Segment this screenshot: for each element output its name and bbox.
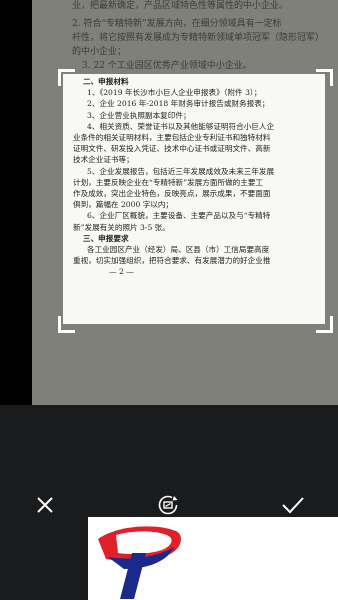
section-title: 三、申报要求: [83, 233, 129, 243]
brand-logo: [98, 526, 181, 599]
document-line: 计划，主要反映企业在“专精特新”发展方面所做的主要工: [73, 177, 264, 187]
cancel-button[interactable]: [30, 490, 60, 520]
document-line: 3、企业营业执照副本复印件；: [87, 110, 191, 120]
document-line: 作及成效，突出企业特色，反映亮点，展示成果，不要面面: [73, 189, 271, 199]
background-text-line: 3. 22 个工业园区优秀产业领域中小企业。: [82, 61, 252, 71]
document-line: 业条件的相关证明材料，主要包括企业专利证书和独特材料: [73, 133, 271, 143]
cropped-document-area[interactable]: 二、申报材料 1、《2019 年长沙市小巨人企业申报表》（附件 3）； 2、企业…: [63, 74, 325, 324]
rotate-button[interactable]: [153, 490, 183, 520]
background-text-line: 的中小企业；: [72, 47, 127, 57]
confirm-button[interactable]: [278, 490, 308, 520]
crop-handle-top-right[interactable]: [316, 69, 333, 86]
document-line: 4、相关资质、荣誉证书以及其他能够证明符合小巨人企: [87, 121, 275, 131]
document-line: 新”发展有关的照片 3-5 张。: [73, 222, 170, 232]
background-text-line: 2. 符合“专精特新”发展方向，在细分领域具有一定标: [72, 19, 282, 29]
brand-logo-panel: [88, 517, 338, 600]
document-line: 2、企业 2016 年-2018 年财务审计报告或财务报表；: [87, 99, 270, 109]
background-text-line: 业，把最新确定，产品区域特色性等属性的中小企业。: [72, 1, 289, 11]
scan-crop-screen: 业，把最新确定，产品区域特色性等属性的中小企业。 2. 符合“专精特新”发展方向…: [0, 0, 338, 600]
background-text-line: 杆性，将它按照有发展成为专精特新领域单项冠军（隐形冠军）: [72, 33, 325, 43]
document-line: 重视，切实加强组织，把符合要求、有发展潜力的好企业推: [73, 256, 271, 266]
close-icon: [37, 497, 53, 513]
document-line: 俱到，篇幅在 2000 字以内；: [73, 200, 174, 210]
document-line: 技术企业证书等；: [73, 155, 134, 165]
section-title: 二、申报材料: [83, 77, 129, 86]
document-line: 1、《2019 年长沙市小巨人企业申报表》（附件 3）；: [87, 88, 262, 98]
document-line: 5、企业发展报告，包括近三年发展成效及未来三年发展: [87, 166, 275, 176]
left-edge-strip: [0, 0, 32, 405]
page-number: — 2 —: [109, 267, 134, 277]
crop-handle-bottom-right[interactable]: [316, 316, 333, 333]
document-line: 各工业园区产业（经发）局、区县（市）工信局要高度: [87, 245, 270, 255]
crop-handle-bottom-left[interactable]: [58, 316, 75, 333]
crop-handle-top-left[interactable]: [58, 69, 75, 86]
document-line: 证明文件、研发投入凭证、技术中心证书或证明文件、高新: [73, 144, 271, 154]
document-line: 6、企业厂区概貌，主要设备、主要产品以及与“专精特: [87, 211, 271, 221]
rotate-icon: [158, 495, 178, 515]
check-icon: [282, 497, 304, 514]
